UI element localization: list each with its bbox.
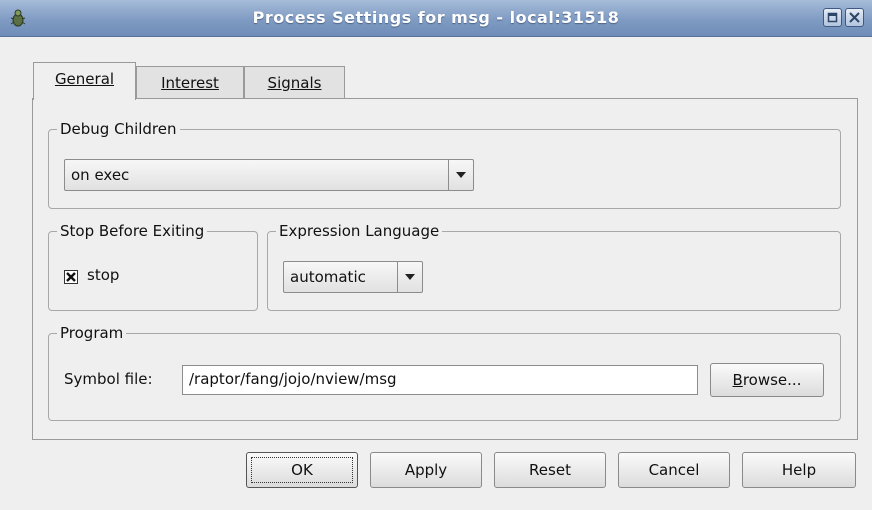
browse-label: rowse... (742, 371, 802, 389)
debug-children-group: Debug Children on exec (48, 118, 841, 209)
window-title: Process Settings for msg - local:31518 (252, 8, 620, 27)
chevron-down-icon (456, 172, 466, 178)
focus-ring (251, 457, 353, 483)
stop-before-exiting-legend: Stop Before Exiting (57, 220, 208, 242)
symbol-file-value: /raptor/fang/jojo/nview/msg (189, 370, 397, 388)
tab-signals[interactable]: Signals (244, 66, 345, 100)
help-button[interactable]: Help (742, 452, 856, 488)
browse-button[interactable]: Browse... (710, 363, 824, 397)
expression-language-value: automatic (290, 268, 366, 286)
tab-interest[interactable]: Interest (136, 66, 244, 100)
debug-children-dropdown-button[interactable] (448, 160, 473, 190)
tab-panel-general: Debug Children on exec Stop Before Exiti… (32, 98, 858, 440)
titlebar[interactable]: Process Settings for msg - local:31518 (0, 0, 872, 37)
chevron-down-icon (405, 274, 415, 280)
program-legend: Program (57, 322, 127, 344)
apply-label: Apply (404, 461, 448, 479)
tab-signals-label: Signals (267, 74, 322, 92)
expression-language-dropdown-button[interactable] (397, 262, 422, 292)
expression-language-legend: Expression Language (276, 220, 443, 242)
symbol-file-label: Symbol file: (64, 370, 153, 388)
stop-before-exiting-group: Stop Before Exiting stop (48, 220, 258, 311)
reset-label: Reset (529, 461, 571, 479)
x-mark-icon (66, 272, 76, 282)
tab-general-label: General (54, 70, 115, 88)
stop-checkbox[interactable] (64, 270, 78, 284)
cancel-label: Cancel (648, 461, 700, 479)
reset-button[interactable]: Reset (494, 452, 606, 488)
apply-button[interactable]: Apply (370, 452, 482, 488)
debug-children-legend: Debug Children (57, 118, 180, 140)
close-icon (849, 12, 860, 23)
symbol-file-input[interactable]: /raptor/fang/jojo/nview/msg (182, 365, 698, 395)
ok-button[interactable]: OK (246, 452, 358, 488)
maximize-button[interactable] (823, 8, 842, 27)
tab-interest-label: Interest (161, 74, 219, 92)
cancel-button[interactable]: Cancel (618, 452, 730, 488)
expression-language-group: Expression Language automatic (267, 220, 841, 311)
stop-checkbox-label[interactable]: stop (87, 266, 119, 284)
program-group: Program Symbol file: /raptor/fang/jojo/n… (48, 322, 841, 421)
debug-children-value: on exec (71, 166, 130, 184)
browse-mnemonic: B (732, 371, 743, 389)
help-label: Help (781, 461, 817, 479)
close-button[interactable] (845, 8, 864, 27)
debug-children-select[interactable]: on exec (64, 159, 474, 191)
maximize-icon (827, 12, 838, 23)
expression-language-select[interactable]: automatic (283, 261, 423, 293)
tab-general[interactable]: General (33, 62, 136, 100)
